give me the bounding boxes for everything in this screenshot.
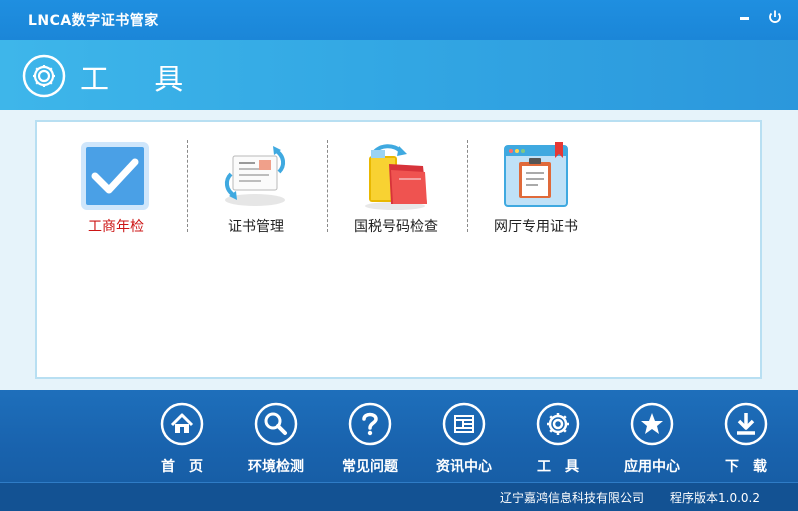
power-icon: [769, 10, 781, 23]
title-bar: LNCA数字证书管家: [0, 0, 798, 40]
clipboard-icon: [504, 142, 568, 207]
gear-icon: [536, 402, 580, 446]
nav-label: 资讯中心: [436, 459, 492, 475]
minimize-button[interactable]: [736, 8, 754, 26]
tool-certificate-management[interactable]: 证书管理: [179, 140, 319, 240]
checkmark-icon: [81, 142, 149, 210]
tool-business-inspection[interactable]: 工商年检: [39, 140, 179, 240]
tool-label: 证书管理: [228, 219, 284, 235]
home-icon: [160, 402, 204, 446]
tool-label: 工商年检: [88, 219, 144, 235]
nav-label: 常见问题: [342, 459, 398, 475]
tools-panel: 工商年检 证书管理 国税号码检查 网厅专用证书: [35, 120, 762, 379]
gear-icon: [22, 54, 66, 98]
folder-sync-icon: [365, 144, 427, 210]
bottom-nav: 首 页 环境检测 常见问题 资讯中心 工 具 应用中心 下 载: [0, 390, 798, 482]
tool-tax-number-check[interactable]: 国税号码检查: [319, 140, 459, 240]
search-icon: [254, 402, 298, 446]
nav-label: 首 页: [161, 459, 203, 475]
nav-faq[interactable]: 常见问题: [325, 402, 415, 480]
star-icon: [630, 402, 674, 446]
nav-label: 环境检测: [248, 459, 304, 475]
page-header: 工 具: [0, 40, 798, 110]
nav-home[interactable]: 首 页: [137, 402, 227, 480]
minimize-icon: [740, 17, 749, 20]
news-icon: [442, 402, 486, 446]
nav-label: 应用中心: [624, 459, 680, 475]
certificate-sync-icon: [224, 146, 286, 206]
nav-environment-check[interactable]: 环境检测: [231, 402, 321, 480]
version-text: 程序版本1.0.0.2: [670, 491, 760, 505]
nav-app-center[interactable]: 应用中心: [607, 402, 697, 480]
question-icon: [348, 402, 392, 446]
download-icon: [724, 402, 768, 446]
power-button[interactable]: [766, 8, 784, 26]
nav-label: 工 具: [537, 459, 579, 475]
app-title: LNCA数字证书管家: [28, 13, 159, 29]
tool-hall-certificate[interactable]: 网厅专用证书: [459, 140, 599, 240]
tool-label: 国税号码检查: [354, 219, 438, 235]
nav-label: 下 载: [725, 459, 767, 475]
company-name: 辽宁嘉鸿信息科技有限公司: [500, 491, 645, 505]
nav-download[interactable]: 下 载: [701, 402, 791, 480]
tool-label: 网厅专用证书: [494, 219, 578, 235]
nav-news-center[interactable]: 资讯中心: [419, 402, 509, 480]
nav-tools[interactable]: 工 具: [513, 402, 603, 480]
page-title: 工 具: [80, 62, 202, 96]
status-bar: 辽宁嘉鸿信息科技有限公司 程序版本1.0.0.2: [0, 482, 798, 511]
